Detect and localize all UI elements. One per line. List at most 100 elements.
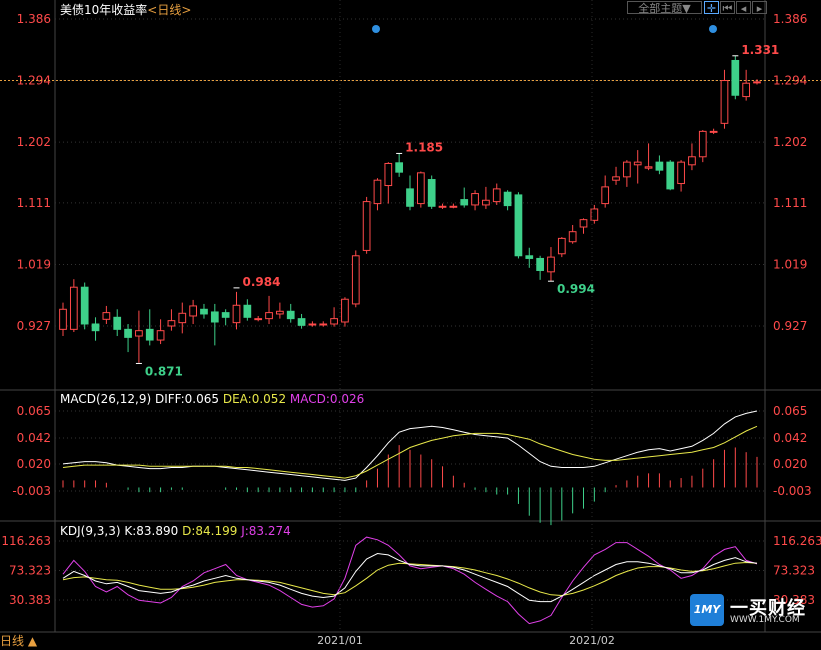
instrument-name: 美债10年收益率 xyxy=(60,3,148,17)
candle-body xyxy=(568,231,577,243)
macd-tick-right: 0.020 xyxy=(773,457,807,471)
candle-body xyxy=(655,161,664,171)
extreme-label-1.331: 1.331 xyxy=(741,43,779,57)
kdj-j-line xyxy=(62,536,758,625)
candle-body xyxy=(135,330,143,337)
candle-body xyxy=(644,166,653,169)
candle-body xyxy=(265,312,273,320)
price-tick-right: 1.294 xyxy=(773,74,807,88)
price-tick-left: 1.386 xyxy=(17,12,51,26)
extreme-label-0.871: 0.871 xyxy=(145,364,183,378)
candle-body xyxy=(460,199,469,206)
candle-body xyxy=(557,237,566,255)
bar-prev-icon[interactable]: ◂ xyxy=(736,1,751,15)
candle-body xyxy=(210,311,219,323)
candle-body xyxy=(416,172,425,205)
price-tick-right: 1.111 xyxy=(773,196,807,210)
candle-body xyxy=(406,188,414,207)
candle-body xyxy=(384,162,393,187)
j-value: J:83.274 xyxy=(241,524,291,538)
candle-body xyxy=(59,308,67,330)
candle-body xyxy=(254,318,263,321)
crosshair-icon[interactable]: ✛ xyxy=(704,1,719,15)
candle-body xyxy=(362,201,371,251)
candle-body xyxy=(113,316,122,330)
macd-tick-right: 0.065 xyxy=(773,404,807,418)
candle-body xyxy=(503,191,512,207)
candle-body xyxy=(243,304,252,318)
candle-body xyxy=(709,130,718,133)
candle-body xyxy=(731,59,740,96)
candle-body xyxy=(547,256,555,273)
chart-title: 美债10年收益率<日线> xyxy=(60,3,191,17)
candle-body xyxy=(471,193,479,206)
candle-body xyxy=(579,219,588,228)
candle-body xyxy=(330,318,338,325)
candle-body xyxy=(308,323,317,326)
macd-tick-right: 0.042 xyxy=(773,431,807,445)
candle-body xyxy=(525,255,534,259)
candle-body xyxy=(297,318,306,326)
stock-chart[interactable]: 1.386 1.3861.294 1.2941.202 1.2021.111 1.111… xyxy=(0,0,821,650)
candle-body xyxy=(102,312,111,320)
candle-body xyxy=(492,188,501,203)
candle-body xyxy=(341,298,349,323)
bar-next-icon[interactable]: ▸ xyxy=(752,1,767,15)
theme-selector-button[interactable]: 全部主题▼ xyxy=(627,1,702,15)
candle-body xyxy=(319,323,328,326)
macd-value: MACD:0.026 xyxy=(289,392,365,406)
candle-body xyxy=(124,328,132,338)
logo-url: WWW.1MY.COM xyxy=(730,615,800,625)
period-toggle-button[interactable]: 日线 ▲ xyxy=(0,634,37,648)
price-tick-right: 1.202 xyxy=(773,135,807,149)
price-tick-left: 0.927 xyxy=(17,319,51,333)
candle-body xyxy=(395,162,404,173)
candle-body xyxy=(514,194,523,257)
diff-value: DIFF:0.065 xyxy=(154,392,220,406)
candle-body xyxy=(145,328,154,341)
candle-body xyxy=(677,161,685,185)
event-dot-icon xyxy=(709,25,717,33)
macd-tick-left: 0.042 xyxy=(17,431,51,445)
candle-body xyxy=(189,305,197,317)
candle-body xyxy=(753,81,761,84)
candle-body xyxy=(156,330,165,341)
kdj-legend: KDJ(9,3,3) K:83.890 D:84.199 J:83.274 xyxy=(60,524,291,538)
macd-tick-left: 0.020 xyxy=(17,457,51,471)
candle-body xyxy=(720,80,729,124)
period-label[interactable]: <日线> xyxy=(147,3,191,17)
kdj-k-line xyxy=(62,552,758,603)
candle-body xyxy=(536,257,544,271)
candle-body xyxy=(590,208,599,221)
price-tick-right: 0.927 xyxy=(773,319,807,333)
candle-body xyxy=(286,310,295,320)
candle-body xyxy=(232,304,241,324)
candle-body xyxy=(698,130,707,158)
candle-body xyxy=(623,161,631,178)
macd-legend: MACD(26,12,9) DIFF:0.065 DEA:0.052 MACD:… xyxy=(60,392,364,406)
price-tick-left: 1.019 xyxy=(17,257,51,271)
candle-body xyxy=(200,308,208,315)
candle-body xyxy=(612,176,620,181)
candle-body xyxy=(427,179,436,207)
kdj-tick-left: 30.383 xyxy=(9,593,51,607)
candle-body xyxy=(666,161,675,190)
candle-body xyxy=(167,320,176,327)
candle-body xyxy=(351,255,360,305)
price-tick-right: 1.386 xyxy=(773,12,807,26)
time-tick-label: 2021/02 xyxy=(569,634,615,647)
candle-body xyxy=(69,286,78,330)
macd-tick-left: 0.065 xyxy=(17,404,51,418)
kdj-tick-left: 73.323 xyxy=(9,564,51,578)
candle-body xyxy=(742,82,751,98)
candle-body xyxy=(221,312,230,318)
price-tick-left: 1.111 xyxy=(17,196,51,210)
candle-body xyxy=(688,156,696,166)
event-dot-icon xyxy=(372,25,380,33)
bar-back-icon[interactable]: ⏮ xyxy=(720,1,735,15)
candle-body xyxy=(373,179,382,205)
logo-badge: 1MY xyxy=(690,594,724,626)
kdj-tick-right: 73.323 xyxy=(773,564,815,578)
candle-body xyxy=(633,161,642,166)
candle-body xyxy=(601,186,610,205)
